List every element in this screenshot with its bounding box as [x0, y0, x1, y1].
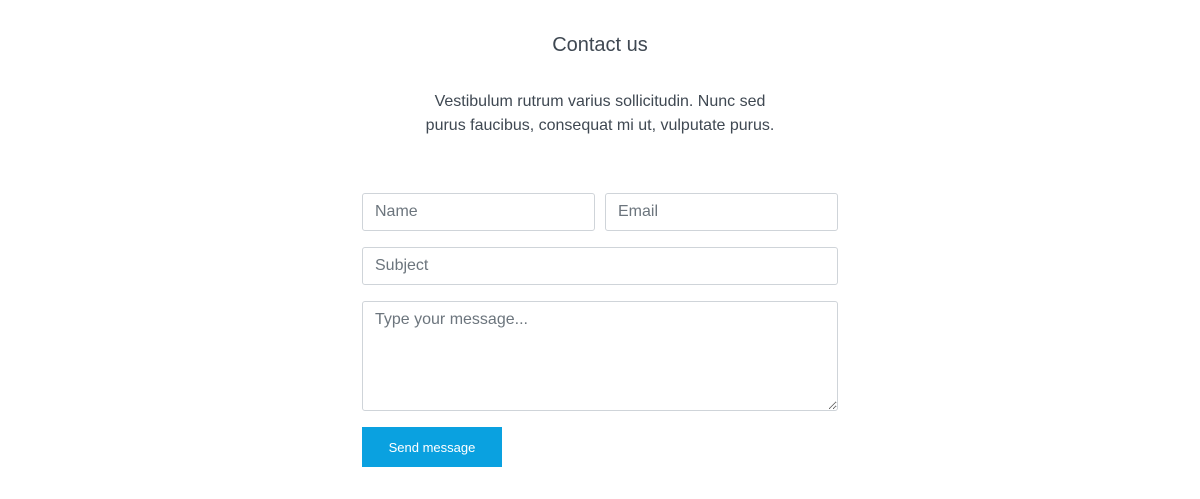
contact-page: Contact us Vestibulum rutrum varius soll… — [0, 0, 1200, 499]
name-input[interactable] — [362, 193, 595, 231]
send-message-button[interactable]: Send message — [362, 427, 502, 467]
intro-text: Vestibulum rutrum varius sollicitudin. N… — [425, 93, 775, 134]
subject-input[interactable] — [362, 247, 838, 285]
message-textarea[interactable] — [362, 301, 838, 411]
page-title: Contact us — [552, 34, 648, 56]
email-input[interactable] — [605, 193, 838, 231]
